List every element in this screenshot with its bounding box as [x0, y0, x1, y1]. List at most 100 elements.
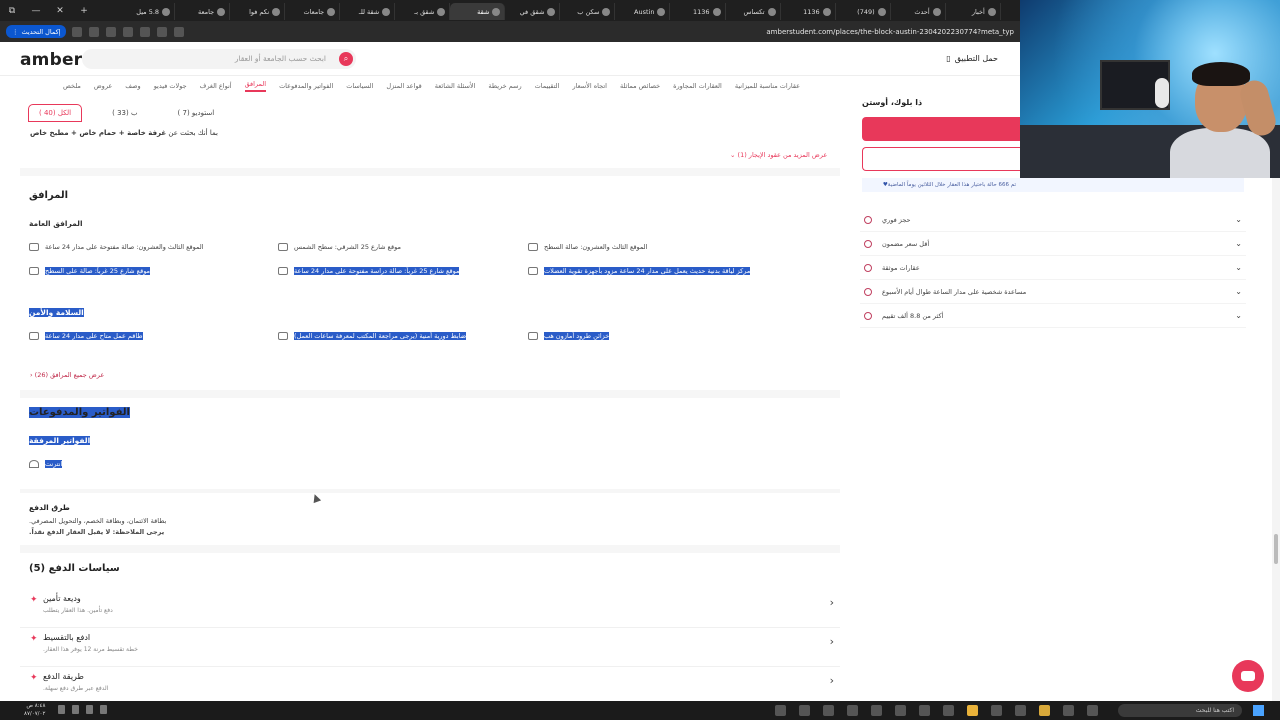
nav-link[interactable]: أنواع الغرف [200, 82, 232, 90]
tab-room-studio[interactable]: استوديو (7 ) [168, 105, 225, 121]
show-all-amenities-link[interactable]: عرض جميع المرافق (26) ‹ [30, 371, 104, 379]
nav-link[interactable]: الفواتير والمدفوعات [279, 82, 333, 90]
amenity-item: طاقم عمل متاح على مدار 24 ساعة [29, 332, 143, 340]
app-icon[interactable] [823, 705, 834, 716]
browser-tab[interactable]: جامعات [285, 3, 341, 20]
chat-button[interactable] [1232, 660, 1264, 692]
tab-room-b[interactable]: ب (33 ) [102, 105, 147, 121]
app-icon[interactable] [1087, 705, 1098, 716]
feature-row-support[interactable]: مساعدة شخصية على مدار الساعة طوال أيام ا… [860, 280, 1246, 304]
browser-tab[interactable]: 1136 [781, 3, 836, 20]
tab-label: (749) [857, 7, 875, 16]
feature-row-reviews[interactable]: أكثر من 8.8 ألف تقييم ⌄ [860, 304, 1246, 328]
browser-tab[interactable]: تكساس [726, 3, 781, 20]
search-icon[interactable]: ⌕ [339, 52, 353, 66]
taskbar-clock[interactable]: ٨:٤٨ ص ٨٧/٠٧/٠٢ [24, 702, 45, 718]
nav-link[interactable]: خصائص مماثلة [620, 82, 660, 90]
policy-row[interactable]: ✦ ادفع بالتقسيط خطة تقسيط مرنة 12 يوفر هذا… [20, 629, 840, 667]
browser-tab[interactable]: أخبار [946, 3, 1001, 20]
battery-icon[interactable] [58, 705, 65, 714]
new-tab-icon[interactable]: + [72, 6, 96, 16]
nav-link[interactable]: رسم خريطة [488, 82, 521, 90]
profile-icon[interactable] [89, 26, 100, 37]
verified-icon [864, 263, 872, 272]
feature-row-verified[interactable]: عقارات موثقة ⌄ [860, 256, 1246, 280]
amber-logo[interactable]: amber [20, 50, 82, 70]
popularity-note: تم 666 حالة باختيار هذا العقار خلال الثل… [862, 178, 1244, 192]
policy-row[interactable]: ✦ وديعة تأمين دفع تأمين. هذا العقار يتطلب › [20, 590, 840, 628]
nav-link[interactable]: وصف [125, 82, 140, 90]
app-icon[interactable] [895, 705, 906, 716]
app-icon[interactable] [847, 705, 858, 716]
tab-favicon-icon [712, 7, 721, 16]
browser-tab[interactable]: Austin [615, 3, 671, 20]
folder-icon[interactable] [1039, 705, 1050, 716]
close-tab-icon[interactable]: ✕ [48, 6, 72, 16]
downloads-icon[interactable] [106, 26, 117, 37]
windows-start-icon[interactable] [1253, 705, 1264, 716]
app-icon[interactable] [943, 705, 954, 716]
language-icon[interactable] [100, 705, 107, 714]
nav-link[interactable]: المرافق [244, 80, 267, 92]
extension-icon[interactable] [72, 26, 83, 37]
nav-link[interactable]: جولات فيديو [154, 82, 187, 90]
nav-link[interactable]: قواعد المنزل [386, 82, 421, 90]
staff-icon [29, 332, 39, 340]
amenity-item: الموقع الثالث والعشرون: صالة السطح [528, 243, 647, 251]
tab-favicon-icon [657, 7, 666, 16]
taskbar-search[interactable]: اكتب هنا للبحث [1118, 704, 1242, 717]
browser-tab[interactable]: شقق بـ [395, 3, 451, 20]
feature-row-price-match[interactable]: أقل سعر مضمون ⌄ [860, 232, 1246, 256]
browser-tab[interactable]: أحدث [891, 3, 946, 20]
nav-link[interactable]: العقارات المجاورة [673, 82, 722, 90]
nav-link[interactable]: التقييمات [535, 82, 560, 90]
browser-tab[interactable]: نكم فوا [230, 3, 286, 20]
more-contracts-link[interactable]: عرض المزيد من عقود الإيجار (1) ⌄ [730, 151, 827, 159]
extension-icon[interactable] [140, 26, 151, 37]
share-icon[interactable] [174, 26, 185, 37]
nav-link[interactable]: السياسات [346, 82, 373, 90]
browser-tab[interactable]: 1136 [670, 3, 726, 20]
network-icon[interactable] [86, 705, 93, 714]
feature-row-instant-booking[interactable]: حجز فوري ⌄ [860, 208, 1246, 232]
star-icon[interactable] [157, 26, 168, 37]
page-scrollbar[interactable] [1272, 178, 1280, 701]
tab-label: 5.8 ميل [136, 7, 160, 16]
app-icon[interactable] [991, 705, 1002, 716]
browser-tab[interactable]: شقة [450, 3, 506, 20]
star-icon: ✦ [30, 673, 38, 683]
tab-label: شقق في [519, 7, 545, 16]
app-icon[interactable] [775, 705, 786, 716]
browser-tab[interactable]: جامعة [175, 3, 231, 20]
download-app-link[interactable]: حمل التطبيق ▯ [946, 54, 998, 63]
volume-icon[interactable] [72, 705, 79, 714]
browser-tab[interactable]: (749) [836, 3, 891, 20]
star-icon: ✦ [30, 595, 38, 605]
restore-icon[interactable]: ⧉ [0, 6, 24, 16]
nav-link[interactable]: عقارات مناسبة للميزانية [735, 82, 800, 90]
browser-tab[interactable]: سكن ب [560, 3, 616, 20]
search-input[interactable]: ابحث حسب الجامعة أو العقار [82, 49, 356, 69]
chrome-icon[interactable] [967, 705, 978, 716]
minimize-icon[interactable]: — [24, 6, 48, 16]
nav-link[interactable]: الأسئلة الشائعة [435, 82, 476, 90]
nav-link[interactable]: ملخص [63, 82, 81, 90]
scrollbar-thumb[interactable] [1274, 534, 1278, 564]
extension-icon[interactable] [123, 26, 134, 37]
app-icon[interactable] [919, 705, 930, 716]
browser-tab[interactable]: 5.8 ميل [120, 3, 176, 20]
nav-link[interactable]: اتجاه الأسعار [572, 82, 606, 90]
book-now-button[interactable] [862, 117, 1022, 141]
app-icon[interactable] [1063, 705, 1074, 716]
app-icon[interactable] [799, 705, 810, 716]
tab-room-all[interactable]: الكل (40 ) [28, 104, 83, 122]
app-icon[interactable] [1015, 705, 1026, 716]
browser-tab[interactable]: شقق في [505, 3, 561, 20]
nav-link[interactable]: عروض [94, 82, 112, 90]
chevron-right-icon: › [829, 596, 834, 609]
url-field[interactable]: amberstudent.com/places/the-block-austin… [766, 28, 1014, 36]
update-button[interactable]: إكمال التحديث ⋮ [6, 25, 67, 38]
app-icon[interactable] [871, 705, 882, 716]
enquire-button[interactable] [862, 147, 1022, 171]
browser-tab[interactable]: شقة للـ [340, 3, 396, 20]
